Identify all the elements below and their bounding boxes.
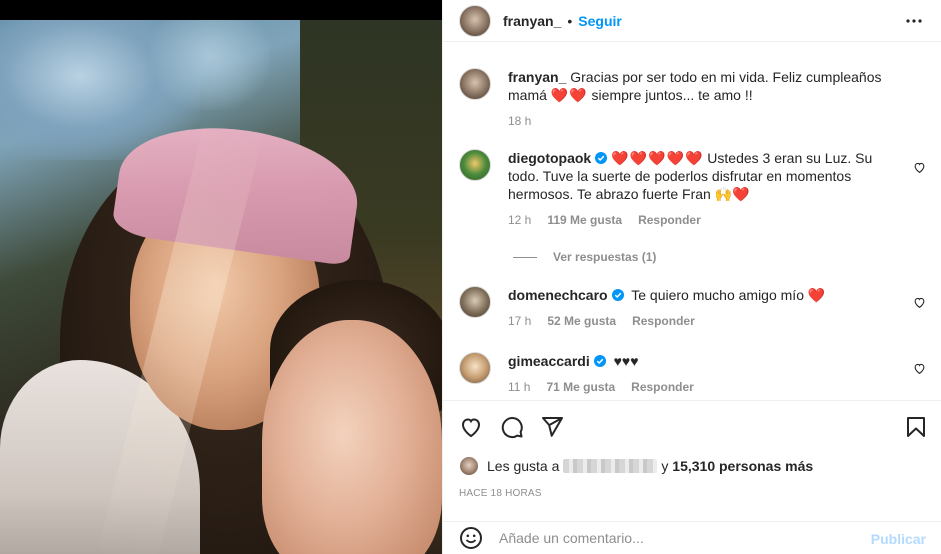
view-replies-button[interactable]: Ver respuestas (1) [513, 250, 656, 264]
comment-text: Te quiero mucho amigo mío [627, 287, 808, 303]
separator-dot: • [567, 12, 573, 29]
commenter-username[interactable]: diegotopaok [508, 150, 591, 166]
comment-item: gimeaccardi ♥♥♥ 11 h 71 Me gusta Respond… [459, 352, 926, 396]
comment-emoji: ♥♥♥ [613, 353, 639, 369]
commenter-avatar[interactable] [459, 352, 491, 384]
caption-hearts: ❤️❤️ [550, 87, 588, 103]
likes-connector: y [661, 458, 669, 474]
comment-likes[interactable]: 71 Me gusta [546, 378, 615, 396]
likes-prefix: Les gusta a [487, 458, 560, 474]
comment-time[interactable]: 12 h [508, 211, 531, 229]
caption-text-end: siempre juntos... te amo !! [587, 87, 753, 103]
more-options-icon[interactable] [904, 12, 924, 30]
add-comment-bar: Publicar [443, 521, 941, 554]
comment-icon[interactable] [500, 415, 524, 439]
comment-hearts: ❤️❤️❤️❤️❤️ [611, 150, 704, 166]
author-username[interactable]: franyan_ [503, 13, 561, 29]
verified-badge-icon [595, 152, 608, 164]
caption: franyan_ Gracias por ser todo en mi vida… [459, 68, 926, 130]
follow-button[interactable]: Seguir [578, 13, 622, 29]
reply-button[interactable]: Responder [631, 378, 694, 396]
commenter-avatar[interactable] [459, 149, 491, 181]
heart-icon[interactable] [913, 161, 926, 174]
commenter-username[interactable]: gimeaccardi [508, 353, 590, 369]
comment-emoji: 🙌❤️ [714, 186, 750, 202]
caption-avatar[interactable] [459, 68, 491, 100]
post-timestamp[interactable]: HACE 18 HORAS [459, 488, 542, 499]
verified-badge-icon [593, 355, 606, 367]
post-header: franyan_ • Seguir [443, 0, 941, 42]
publish-button[interactable]: Publicar [871, 531, 926, 547]
likes-count[interactable]: 15,310 personas más [672, 458, 813, 474]
reply-button[interactable]: Responder [638, 211, 701, 229]
comment-input[interactable] [499, 530, 839, 546]
comments-list[interactable]: franyan_ Gracias por ser todo en mi vida… [443, 43, 941, 399]
heart-icon[interactable] [913, 296, 926, 309]
comment-item: domenechcaro Te quiero mucho amigo mío ❤… [459, 286, 926, 330]
replies-divider [513, 256, 537, 258]
liker-username-blurred[interactable] [563, 459, 658, 473]
commenter-avatar[interactable] [459, 286, 491, 318]
caption-username[interactable]: franyan_ [508, 69, 566, 85]
verified-badge-icon [611, 289, 624, 301]
comment-likes[interactable]: 52 Me gusta [547, 312, 616, 330]
likes-summary: Les gusta a y 15,310 personas más [459, 456, 813, 476]
reply-button[interactable]: Responder [632, 312, 695, 330]
commenter-username[interactable]: domenechcaro [508, 287, 608, 303]
view-replies-label: Ver respuestas (1) [553, 250, 657, 264]
photo-image [0, 20, 442, 554]
comment-likes[interactable]: 119 Me gusta [547, 211, 622, 229]
heart-icon[interactable] [459, 415, 483, 439]
post-side-panel: franyan_ • Seguir franyan_ Gracias por s… [442, 0, 941, 554]
heart-icon[interactable] [913, 362, 926, 375]
emoji-icon[interactable] [459, 526, 483, 550]
action-bar [443, 400, 941, 452]
liker-avatar[interactable] [459, 456, 479, 476]
caption-time[interactable]: 18 h [508, 112, 531, 130]
comment-time[interactable]: 11 h [508, 378, 530, 396]
post-photo[interactable] [0, 0, 442, 554]
share-icon[interactable] [540, 415, 564, 439]
comment-emoji: ❤️ [807, 287, 826, 303]
comment-time[interactable]: 17 h [508, 312, 531, 330]
author-avatar[interactable] [459, 4, 491, 37]
bookmark-icon[interactable] [904, 415, 928, 439]
instagram-post: franyan_ • Seguir franyan_ Gracias por s… [0, 0, 941, 554]
comment-item: diegotopaok ❤️❤️❤️❤️❤️ Ustedes 3 eran su … [459, 149, 926, 229]
